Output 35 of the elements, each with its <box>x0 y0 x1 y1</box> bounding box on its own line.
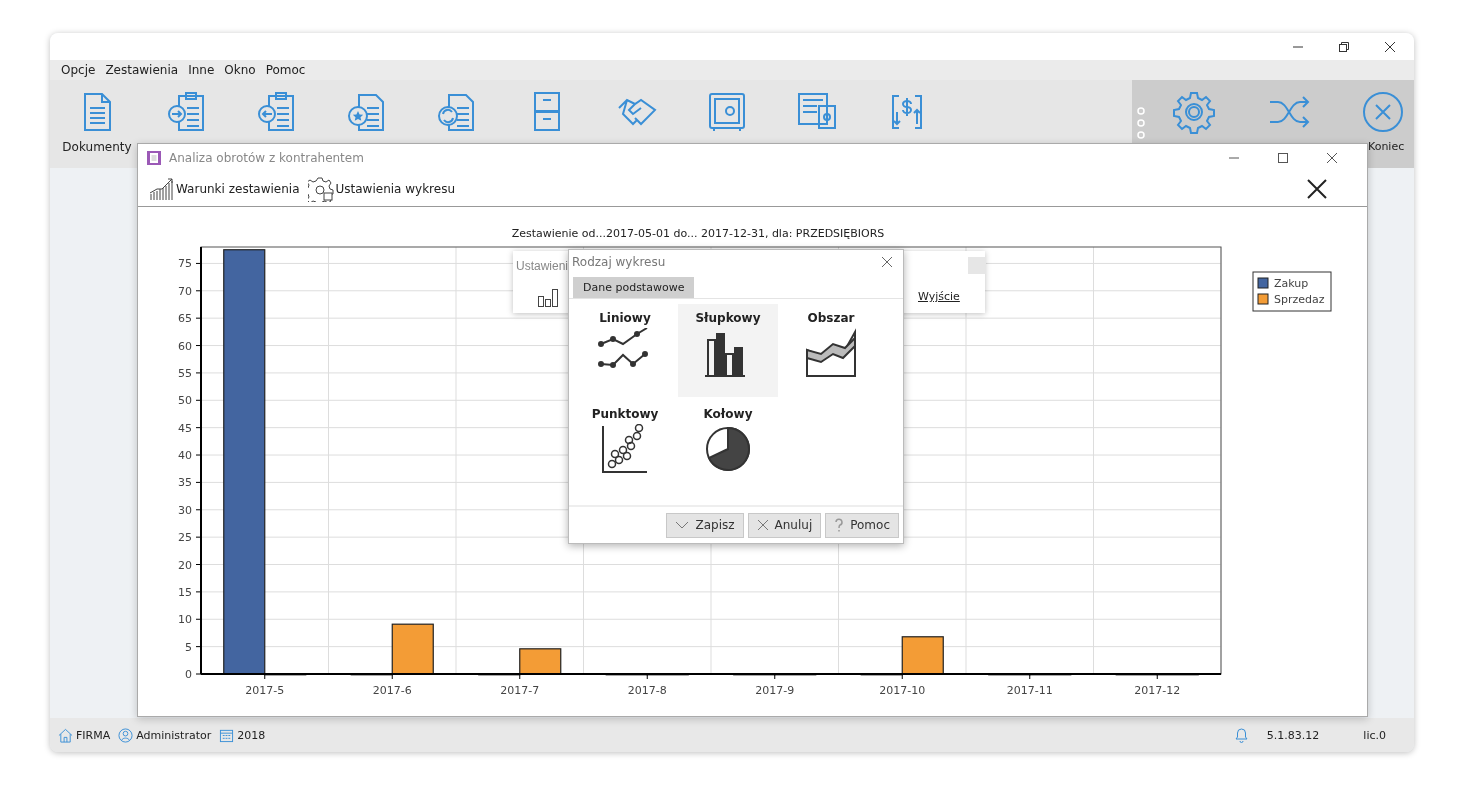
popup-title: Ustawieni <box>516 259 569 273</box>
y-tick-label: 60 <box>178 339 192 353</box>
x-tick-label: 2017-12 <box>1134 684 1181 697</box>
x-tick-label: 2017-9 <box>755 684 795 697</box>
y-tick-label: 25 <box>178 531 192 545</box>
status-text: FIRMA <box>76 728 111 742</box>
y-tick-label: 15 <box>178 585 192 599</box>
y-tick-label: 10 <box>178 613 192 627</box>
x-tick-label: 2017-5 <box>245 684 285 697</box>
y-tick-label: 45 <box>178 421 192 435</box>
license-text: lic.0 <box>1363 728 1386 742</box>
y-tick-label: 65 <box>178 312 192 326</box>
y-tick-label: 35 <box>178 476 192 490</box>
x-tick-label: 2017-7 <box>500 684 540 697</box>
status-text: 2018 <box>237 728 266 742</box>
x-tick-label: 2017-6 <box>372 684 412 697</box>
y-tick-label: 5 <box>185 640 192 654</box>
dialog-title: Rodzaj wykresu <box>572 255 666 269</box>
x-tick-label: 2017-10 <box>879 684 926 697</box>
y-tick-label: 50 <box>178 394 192 408</box>
y-tick-label: 40 <box>178 449 192 463</box>
y-tick-label: 70 <box>178 284 192 298</box>
y-tick-label: 55 <box>178 366 192 380</box>
window-title: Analiza obrotów z kontrahentem <box>169 150 364 165</box>
y-tick-label: 30 <box>178 503 192 517</box>
x-tick-label: 2017-8 <box>627 684 667 697</box>
y-tick-label: 20 <box>178 558 192 572</box>
version-text: 5.1.83.12 <box>1266 728 1320 742</box>
legend-label: Sprzedaz <box>1274 293 1325 306</box>
chart-title: Zestawienie od...2017-05-01 do... 2017-12-31, dla: PRZEDSIĘBIORS <box>511 227 885 240</box>
legend-label: Zakup <box>1274 277 1309 290</box>
status-text: Administrator <box>136 728 212 742</box>
y-tick-label: 0 <box>185 668 192 681</box>
y-tick-label: 75 <box>178 257 192 271</box>
x-tick-label: 2017-11 <box>1006 684 1053 697</box>
